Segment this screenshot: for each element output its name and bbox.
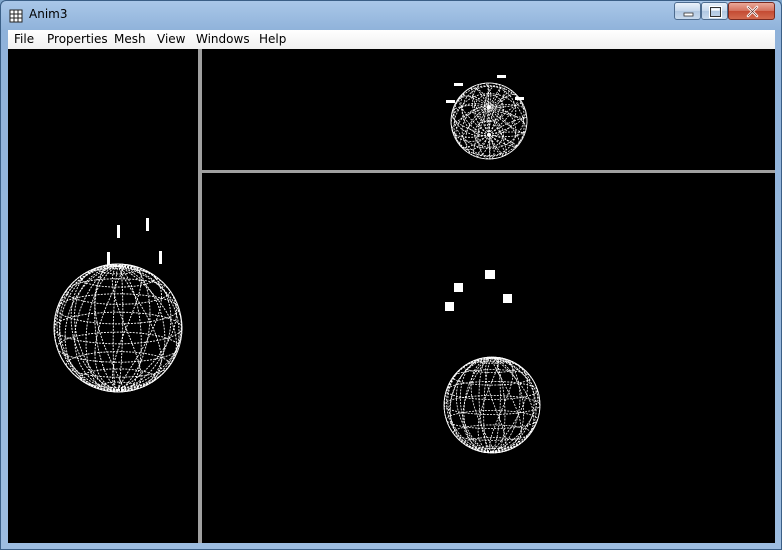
maximize-button[interactable]: [701, 2, 728, 20]
title-bar[interactable]: Anim3: [1, 1, 781, 29]
wireframe-sphere: [53, 263, 183, 393]
menu-view[interactable]: View: [157, 32, 185, 46]
menu-bar: File Properties Mesh View Windows Help: [8, 30, 775, 50]
menu-properties[interactable]: Properties: [47, 32, 108, 46]
viewport-left-canvas: [53, 218, 183, 393]
menu-windows[interactable]: Windows: [196, 32, 250, 46]
viewport-top[interactable]: [202, 49, 775, 170]
viewport-perspective[interactable]: [202, 173, 775, 543]
minimize-icon: [683, 12, 694, 17]
minimize-button[interactable]: [674, 2, 701, 20]
close-button[interactable]: [728, 2, 775, 20]
menu-mesh[interactable]: Mesh: [114, 32, 146, 46]
grid-app-icon[interactable]: [9, 8, 23, 23]
close-icon: [746, 5, 759, 18]
viewport-perspective-canvas: [443, 270, 541, 454]
menu-help[interactable]: Help: [259, 32, 286, 46]
control-points: [445, 270, 512, 311]
window-title: Anim3: [29, 7, 68, 21]
viewport-top-canvas: [446, 75, 528, 160]
menu-file[interactable]: File: [14, 32, 34, 46]
wireframe-sphere: [443, 356, 541, 454]
maximize-icon: [709, 6, 722, 18]
app-window: Anim3 File Properties Mesh View Windows …: [0, 0, 782, 550]
control-points: [107, 218, 162, 265]
wireframe-sphere: [450, 82, 528, 160]
viewport-left[interactable]: [8, 49, 198, 543]
viewport-area: [8, 49, 775, 543]
window-bottom-border: [1, 543, 781, 549]
